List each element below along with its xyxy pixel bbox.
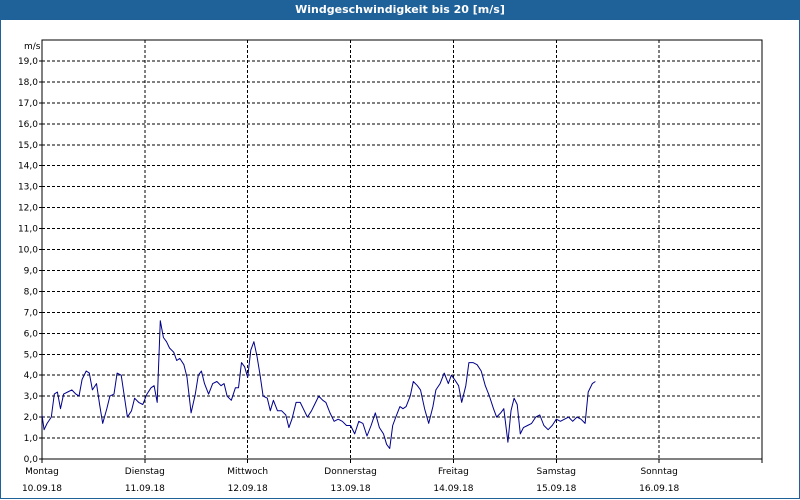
x-tick-labels: Montag 10.09.18 Dienstag 11.09.18 Mittwoch 12… xyxy=(22,467,679,494)
y-axis-unit-label: m/s xyxy=(24,42,41,52)
chart-title: Windgeschwindigkeit bis 20 [m/s] xyxy=(0,0,800,20)
chart-frame: m/s 0,0 1,0 2,0 3,0 4,0 5,0 6,0 7,0 8,0 9,0 10,0 11… xyxy=(0,20,800,499)
y-tick-label: 2,0 xyxy=(24,413,39,423)
y-tick-label: 15,0 xyxy=(18,141,38,151)
x-tick-label-date: 16.09.18 xyxy=(639,484,679,494)
x-tick-label-day: Montag xyxy=(25,467,59,477)
x-tick-label-day: Mittwoch xyxy=(227,467,268,477)
y-tick-label: 9,0 xyxy=(24,266,39,276)
y-tick-label: 6,0 xyxy=(24,329,39,339)
x-tick-label-date: 14.09.18 xyxy=(433,484,473,494)
y-tick-label: 17,0 xyxy=(18,99,38,109)
y-tick-label: 13,0 xyxy=(18,183,38,193)
y-tick-label: 7,0 xyxy=(24,308,39,318)
x-tick-label-date: 11.09.18 xyxy=(125,484,165,494)
x-tick-label-date: 10.09.18 xyxy=(22,484,62,494)
x-tick-label-day: Dienstag xyxy=(125,467,165,477)
grid xyxy=(42,40,763,459)
x-tick-label-day: Freitag xyxy=(438,467,469,477)
wind-speed-chart: m/s 0,0 1,0 2,0 3,0 4,0 5,0 6,0 7,0 8,0 9,0 10,0 11… xyxy=(18,39,763,494)
x-tick-label-day: Donnerstag xyxy=(324,467,377,477)
y-tick-label: 12,0 xyxy=(18,204,38,214)
y-tick-label: 1,0 xyxy=(24,434,39,444)
y-tick-label: 3,0 xyxy=(24,392,39,402)
y-tick-label: 10,0 xyxy=(18,246,38,256)
x-tick-label-date: 12.09.18 xyxy=(228,484,268,494)
axes xyxy=(39,39,763,463)
x-tick-label-day: Sonntag xyxy=(640,467,677,477)
y-tick-label: 5,0 xyxy=(24,350,39,360)
y-tick-label: 19,0 xyxy=(18,57,38,67)
series-layer xyxy=(41,320,596,449)
y-tick-label: 0,0 xyxy=(24,455,39,465)
x-tick-label-date: 15.09.18 xyxy=(536,484,576,494)
y-tick-labels: 0,0 1,0 2,0 3,0 4,0 5,0 6,0 7,0 8,0 9,0 10,0 11,0 12… xyxy=(18,57,38,465)
y-tick-label: 4,0 xyxy=(24,371,39,381)
y-tick-label: 8,0 xyxy=(24,287,39,297)
y-tick-label: 14,0 xyxy=(18,162,38,172)
y-tick-label: 16,0 xyxy=(18,120,38,130)
y-tick-label: 11,0 xyxy=(18,225,38,235)
x-tick-label-day: Samstag xyxy=(537,467,576,477)
x-tick-label-date: 13.09.18 xyxy=(331,484,371,494)
series-line-wind-speed xyxy=(41,320,596,449)
y-tick-label: 18,0 xyxy=(18,78,38,88)
